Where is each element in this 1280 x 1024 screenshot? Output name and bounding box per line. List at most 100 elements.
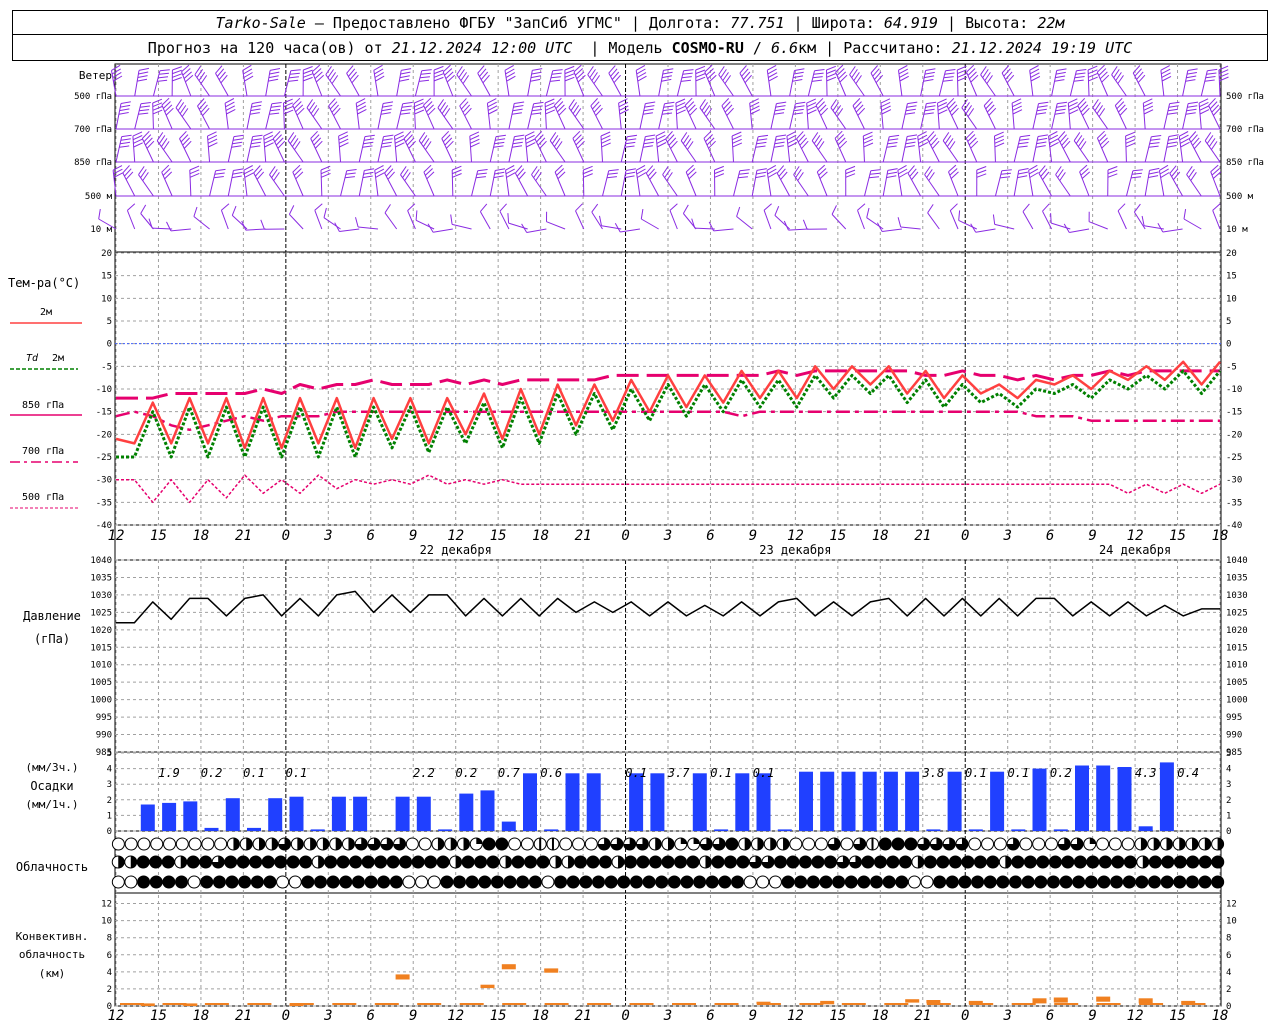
cloud-symbol xyxy=(718,875,732,889)
cloud-symbol xyxy=(971,875,985,889)
precip-3h-sum-label: 4.3 xyxy=(1135,766,1157,780)
wind-barb-feather xyxy=(917,134,928,141)
cloud-symbol xyxy=(723,855,737,869)
precip-bar xyxy=(586,773,601,831)
conv-cloud-base xyxy=(247,1003,272,1005)
wind-barb-shaft xyxy=(901,136,908,163)
wind-barb-feather xyxy=(774,112,785,115)
wind-barb-feather xyxy=(750,105,760,111)
precip-bar xyxy=(1053,829,1068,831)
wind-barb xyxy=(442,64,455,97)
wind-barb-feather xyxy=(1131,172,1142,175)
wind-barb xyxy=(171,66,182,97)
wind-barb-feather xyxy=(786,131,797,137)
wind-barb-feather xyxy=(767,64,777,71)
cloud-symbol-fill xyxy=(770,838,777,850)
wind-barb-feather xyxy=(1166,145,1177,148)
wind-barb-feather xyxy=(714,173,725,178)
cloud-symbol-fill xyxy=(618,856,625,868)
wind-barb xyxy=(499,203,510,230)
wind-barb xyxy=(418,132,435,163)
wind-barb-feather xyxy=(1022,203,1030,212)
wind-barb xyxy=(994,131,1005,163)
wind-barb-feather xyxy=(152,102,163,108)
cloud-symbol xyxy=(599,855,613,869)
wind-barb xyxy=(572,130,585,163)
wind-barb-shaft xyxy=(423,104,435,130)
wind-barb-feather xyxy=(381,141,392,145)
wind-barb-shaft xyxy=(220,210,229,230)
cloud-symbol xyxy=(686,855,700,869)
wind-barb-feather xyxy=(1030,75,1041,82)
wind-barb xyxy=(320,165,331,197)
wind-barb xyxy=(407,203,416,230)
wind-barb-feather xyxy=(314,203,323,211)
wind-barb-feather xyxy=(166,221,172,232)
cloud-symbol xyxy=(725,837,739,851)
wind-barb xyxy=(961,99,978,130)
precip-bar xyxy=(714,829,729,831)
wind-barb xyxy=(816,164,828,197)
wind-barb-feather xyxy=(339,142,349,148)
wind-barb-feather xyxy=(739,169,750,172)
wind-barb-shaft xyxy=(527,70,533,97)
wind-barb-feather xyxy=(857,203,866,211)
wind-barb xyxy=(433,65,444,97)
wind-barb-feather xyxy=(1117,203,1126,212)
wind-barb-feather xyxy=(138,67,149,71)
precip-tick-right: 1 xyxy=(1226,811,1231,821)
wind-barb-feather xyxy=(152,98,163,104)
wind-barb-feather xyxy=(732,138,742,144)
precip-bar xyxy=(1096,765,1111,831)
precip-bar xyxy=(523,773,537,831)
temp-tick-left: 5 xyxy=(107,317,112,327)
conv-cloud-base xyxy=(417,1003,442,1005)
wind-barb xyxy=(796,131,809,163)
wind-barb-feather xyxy=(906,105,917,108)
x-tick-label-bottom: 15 xyxy=(490,1008,507,1024)
wind-barb xyxy=(862,131,874,163)
temp-tick-right: 20 xyxy=(1226,249,1237,259)
wind-barb xyxy=(441,130,454,163)
wind-barb-shaft xyxy=(866,217,884,230)
conv-cloud-segment xyxy=(1138,998,1153,1004)
cloud-symbol xyxy=(861,855,875,869)
wind-barb xyxy=(620,168,636,197)
precip-3h-sum-label: 0.1 xyxy=(753,766,775,780)
wind-barb-feather xyxy=(1068,101,1078,108)
conv-cloud-base xyxy=(799,1003,824,1005)
wind-barb-shaft xyxy=(1029,70,1034,97)
conv-cloud-segment xyxy=(480,984,495,989)
wind-barb-feather xyxy=(419,79,430,82)
pressure-tick-right: 1020 xyxy=(1226,626,1248,636)
wind-barb-feather xyxy=(269,71,280,75)
wind-barb-feather xyxy=(1038,101,1049,105)
cloud-symbol xyxy=(629,875,643,889)
wind-barb xyxy=(901,101,918,130)
wind-barb-feather xyxy=(1049,141,1059,148)
wind-barb-feather xyxy=(271,102,282,105)
wind-barb-feather xyxy=(783,220,789,231)
wind-barb xyxy=(1013,168,1029,197)
temp-tick-left: -15 xyxy=(96,408,112,418)
wind-barb-feather xyxy=(355,217,359,228)
cloud-symbol xyxy=(536,855,550,869)
precip-unit-1h: (мм/1ч.) xyxy=(26,798,79,811)
wind-barb-shaft xyxy=(587,74,603,97)
wind-barb xyxy=(338,131,349,163)
cloud-symbol xyxy=(973,855,987,869)
wind-barb-feather xyxy=(433,69,444,75)
conv-cloud-base xyxy=(204,1003,229,1005)
cloud-symbol xyxy=(768,875,782,889)
wind-barb-shaft xyxy=(1011,103,1015,130)
wind-barb xyxy=(220,203,230,230)
wind-barb-feather xyxy=(583,173,593,178)
cloud-symbol xyxy=(673,855,687,869)
wind-barb-shaft xyxy=(770,103,777,130)
wind-barb-feather xyxy=(158,76,169,79)
wind-barb-shaft xyxy=(575,210,585,230)
cloud-symbol xyxy=(261,855,275,869)
wind-barb-feather xyxy=(737,176,748,179)
cloud-symbol xyxy=(907,875,921,889)
wind-barb-shaft xyxy=(763,210,772,230)
